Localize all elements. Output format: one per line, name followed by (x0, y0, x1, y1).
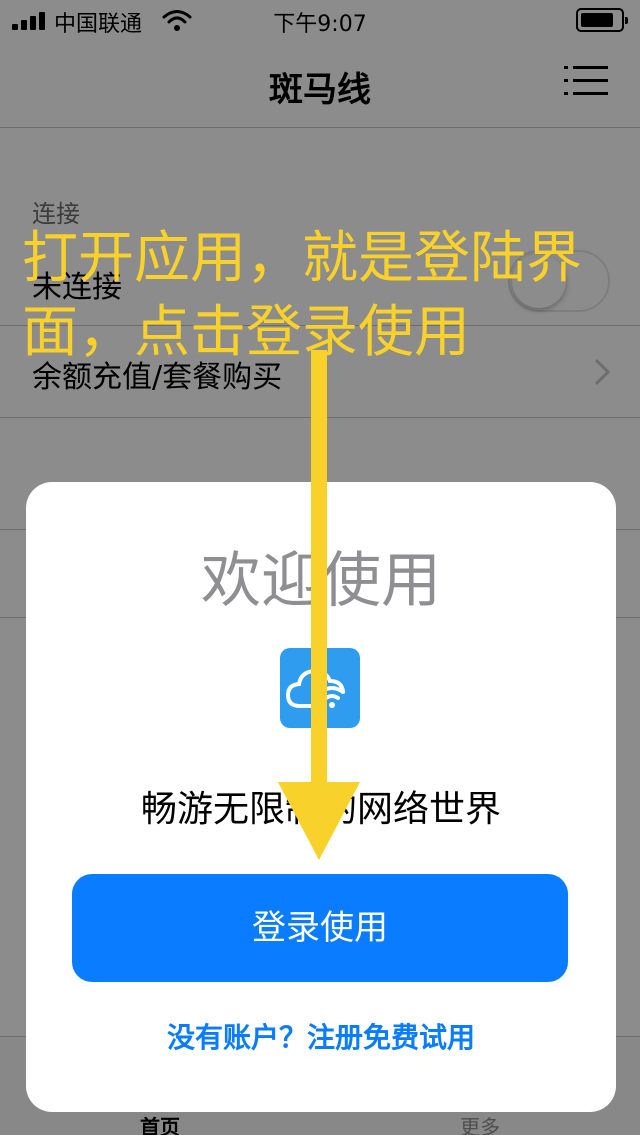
welcome-modal: 欢迎使用 畅游无限制的网络世界 登录使用 没有账户？注册免费试用 (26, 482, 616, 1112)
login-button[interactable]: 登录使用 (72, 874, 568, 982)
tutorial-annotation-text: 打开应用，就是登陆界面，点击登录使用 (22, 226, 582, 365)
register-link[interactable]: 没有账户？注册免费试用 (26, 1016, 616, 1056)
cloud-wifi-app-icon (280, 648, 360, 728)
modal-title: 欢迎使用 (201, 546, 441, 616)
modal-slogan: 畅游无限制的网络世界 (140, 789, 501, 830)
